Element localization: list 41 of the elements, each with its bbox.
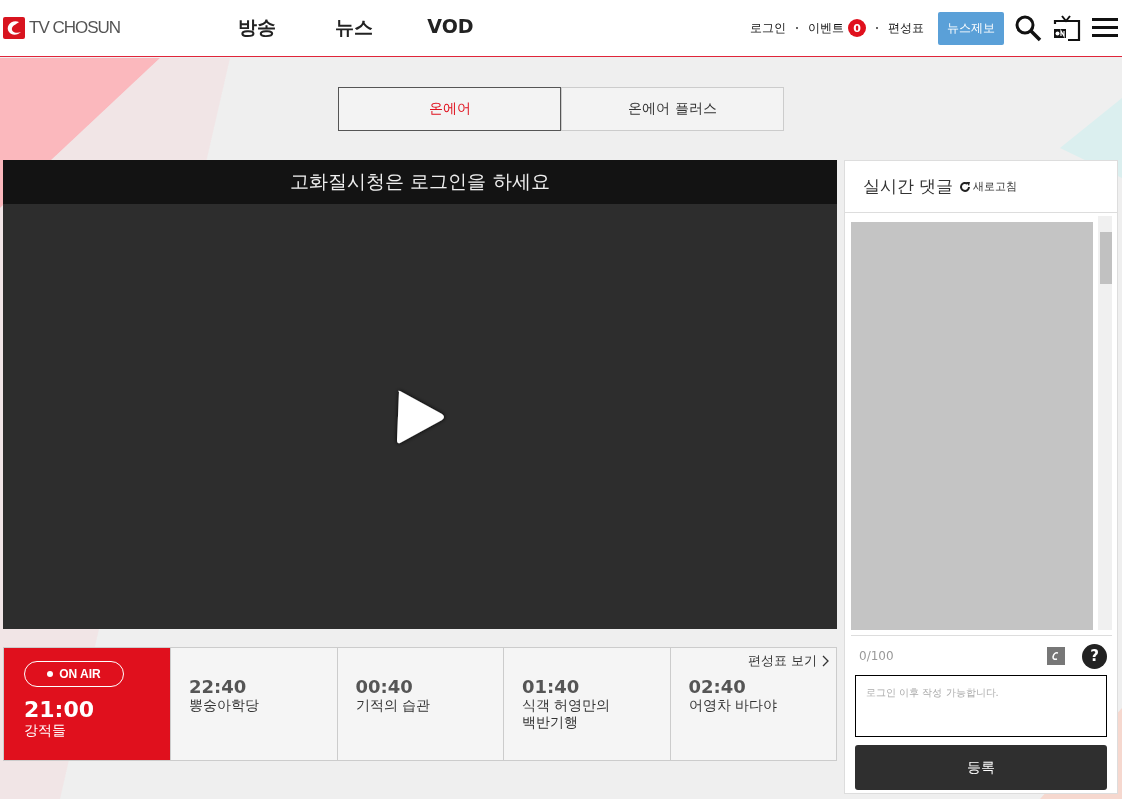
header-link[interactable]: 이벤트	[808, 19, 844, 37]
program-time: 00:40	[355, 676, 414, 697]
nav-link[interactable]: VOD	[402, 15, 499, 41]
nav-link[interactable]: 뉴스	[305, 15, 402, 41]
chat-title: 실시간 댓글	[863, 175, 954, 198]
video-player[interactable]: 고화질시청은 로그인을 하세요	[3, 160, 837, 629]
program-time: 22:40	[189, 676, 248, 697]
refresh-button[interactable]: 새로고침	[959, 179, 1018, 194]
tab[interactable]: 온에어	[338, 87, 561, 131]
header-link[interactable]: 편성표	[888, 19, 924, 37]
program-card[interactable]: 00:40 기적의 습관	[336, 648, 503, 760]
comment-field[interactable]: 로그인 이후 작성 가능합니다.	[855, 675, 1107, 737]
scrollbar[interactable]	[1098, 216, 1112, 630]
emoticon-icon[interactable]	[1047, 647, 1065, 665]
help-button[interactable]: ?	[1082, 643, 1107, 669]
tv-icon[interactable]	[1052, 14, 1082, 42]
schedule-link[interactable]: 편성표 보기	[747, 652, 817, 670]
program-title: 식객 허영만의 백반기행	[522, 697, 612, 731]
search-icon[interactable]	[1014, 14, 1042, 42]
menu-icon[interactable]	[1092, 17, 1118, 39]
program-time: 02:40	[688, 676, 747, 697]
nav-link[interactable]: 방송	[208, 15, 305, 41]
program-card[interactable]: 22:40 뽕숭아학당	[170, 648, 337, 760]
login-notice: 고화질시청은 로그인을 하세요	[3, 160, 837, 204]
program-title: 어영차 바다야	[688, 697, 778, 714]
program-time: 21:00	[24, 697, 96, 722]
program-title: 뽕숭아학당	[189, 697, 260, 714]
count-badge: 0	[848, 19, 866, 37]
character-counter: 0/100	[859, 649, 894, 663]
tab[interactable]: 온에어 플러스	[561, 87, 784, 131]
chevron-icon[interactable]	[822, 655, 830, 667]
logo-icon[interactable]	[3, 17, 25, 39]
refresh-icon	[959, 180, 972, 193]
program-time: 01:40	[522, 676, 581, 697]
logo-text[interactable]: TV CHOSUN	[29, 18, 121, 38]
submit-button[interactable]: 등록	[855, 745, 1107, 790]
program-title: 강적들	[24, 722, 67, 739]
live-program[interactable]: ON AIR 21:00 강적들	[4, 648, 170, 760]
program-card[interactable]: 01:40 식객 허영만의 백반기행	[503, 648, 670, 760]
header-link[interactable]: 로그인	[750, 19, 786, 37]
program-title: 기적의 습관	[355, 697, 431, 714]
